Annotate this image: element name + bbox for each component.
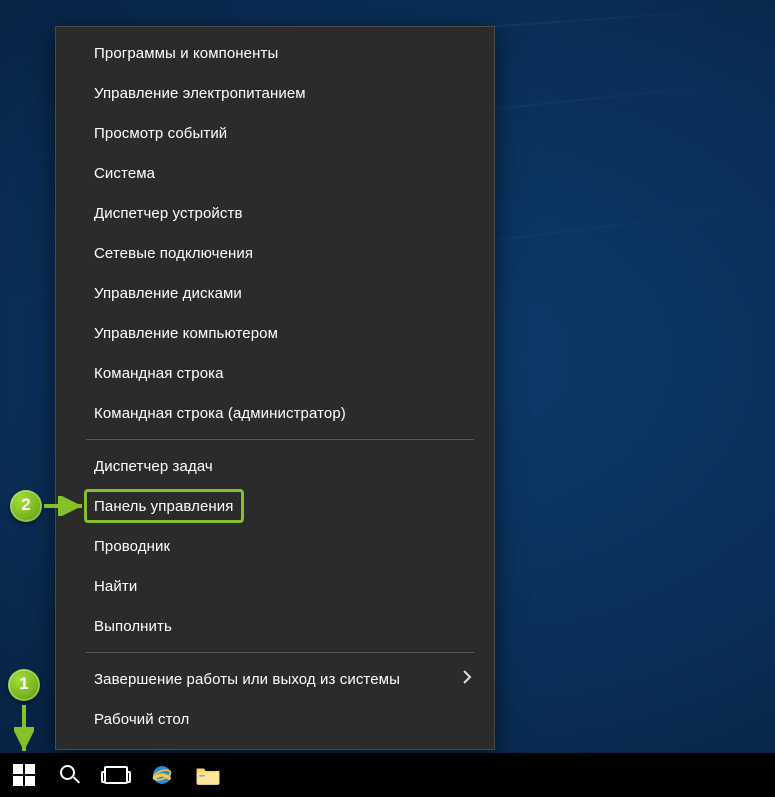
menu-item-device-manager[interactable]: Диспетчер устройств: [56, 193, 494, 233]
menu-item-programs-and-features[interactable]: Программы и компоненты: [56, 33, 494, 73]
menu-item-label: Управление электропитанием: [94, 85, 306, 102]
tutorial-arrow-1: [14, 701, 34, 761]
search-icon: [59, 764, 81, 786]
menu-separator: [86, 439, 474, 440]
menu-item-label: Диспетчер задач: [94, 458, 213, 475]
menu-item-desktop[interactable]: Рабочий стол: [56, 699, 494, 739]
menu-item-label: Сетевые подключения: [94, 245, 253, 262]
winx-power-menu: Программы и компоненты Управление электр…: [55, 26, 495, 750]
menu-item-run[interactable]: Выполнить: [56, 606, 494, 646]
menu-item-label: Найти: [94, 578, 137, 595]
menu-item-label: Управление компьютером: [94, 325, 278, 342]
taskbar: [0, 753, 775, 797]
menu-item-task-manager[interactable]: Диспетчер задач: [56, 446, 494, 486]
menu-item-label: Диспетчер устройств: [94, 205, 243, 222]
menu-separator: [86, 652, 474, 653]
menu-item-label: Рабочий стол: [94, 711, 189, 728]
menu-item-command-prompt[interactable]: Командная строка: [56, 353, 494, 393]
menu-item-disk-management[interactable]: Управление дисками: [56, 273, 494, 313]
menu-item-command-prompt-admin[interactable]: Командная строка (администратор): [56, 393, 494, 433]
menu-item-system[interactable]: Система: [56, 153, 494, 193]
menu-item-event-viewer[interactable]: Просмотр событий: [56, 113, 494, 153]
task-view-icon: [104, 766, 128, 784]
menu-item-power-options[interactable]: Управление электропитанием: [56, 73, 494, 113]
menu-item-label: Управление дисками: [94, 285, 242, 302]
menu-item-shutdown-signout[interactable]: Завершение работы или выход из системы: [56, 659, 494, 699]
menu-item-label: Командная строка: [94, 365, 224, 382]
menu-item-search[interactable]: Найти: [56, 566, 494, 606]
start-button[interactable]: [10, 761, 38, 789]
menu-item-label: Завершение работы или выход из системы: [94, 671, 400, 688]
menu-item-label: Программы и компоненты: [94, 45, 278, 62]
taskbar-search-button[interactable]: [56, 761, 84, 789]
menu-item-label: Просмотр событий: [94, 125, 227, 142]
menu-item-computer-management[interactable]: Управление компьютером: [56, 313, 494, 353]
tutorial-callout-1: 1: [8, 669, 40, 701]
menu-item-label: Командная строка (администратор): [94, 405, 346, 422]
menu-item-label: Система: [94, 165, 155, 182]
windows-logo-icon: [13, 764, 35, 786]
menu-item-file-explorer[interactable]: Проводник: [56, 526, 494, 566]
menu-item-network-connections[interactable]: Сетевые подключения: [56, 233, 494, 273]
internet-explorer-icon: [149, 762, 175, 788]
tutorial-callout-2: 2: [10, 490, 42, 522]
menu-item-label: Панель управления: [94, 498, 234, 515]
menu-item-control-panel[interactable]: Панель управления: [56, 486, 494, 526]
menu-item-label: Проводник: [94, 538, 170, 555]
file-explorer-icon: [195, 764, 221, 786]
chevron-right-icon: [462, 669, 472, 690]
menu-item-label: Выполнить: [94, 618, 172, 635]
callout-number: 2: [21, 495, 30, 515]
taskbar-app-file-explorer[interactable]: [194, 761, 222, 789]
callout-number: 1: [19, 674, 28, 694]
taskbar-app-internet-explorer[interactable]: [148, 761, 176, 789]
task-view-button[interactable]: [102, 761, 130, 789]
